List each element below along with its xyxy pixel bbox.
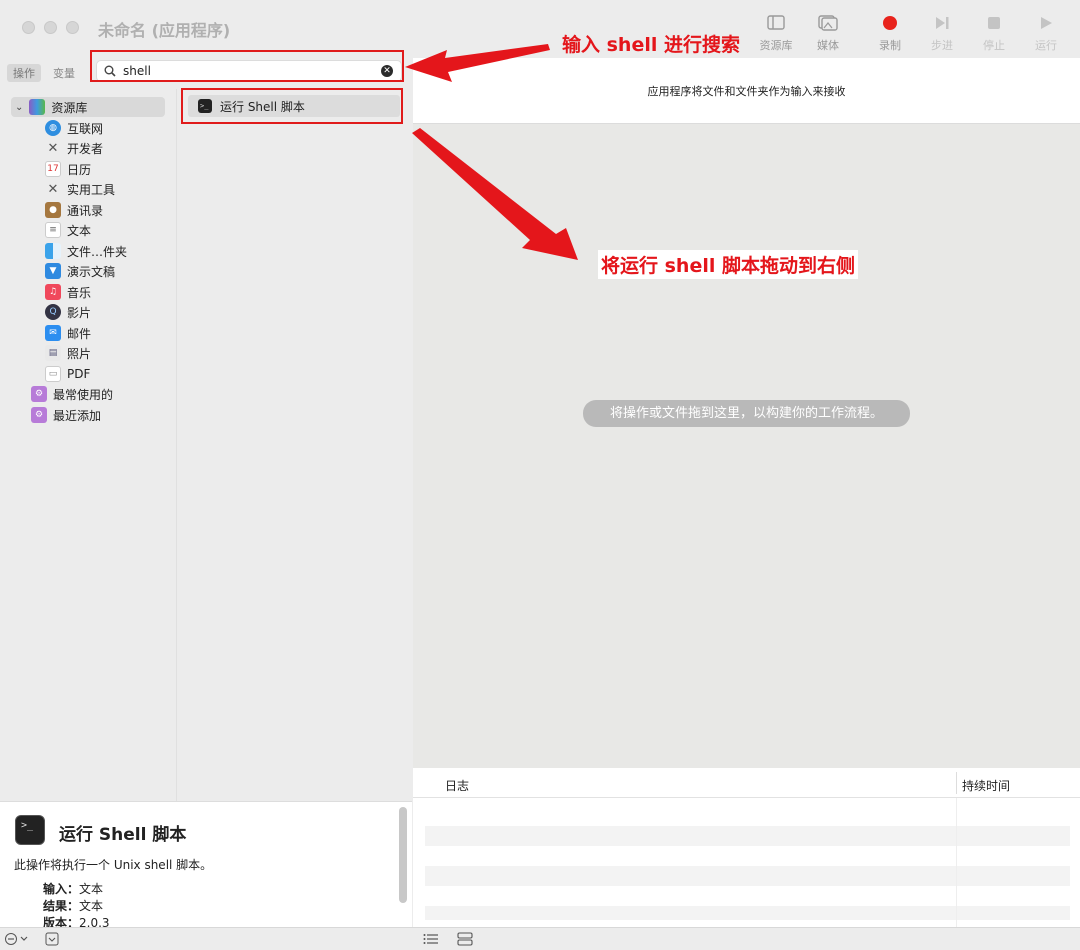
arrow-to-workflow <box>412 128 578 260</box>
annotation-arrows <box>405 44 578 260</box>
arrow-to-search <box>405 44 550 82</box>
